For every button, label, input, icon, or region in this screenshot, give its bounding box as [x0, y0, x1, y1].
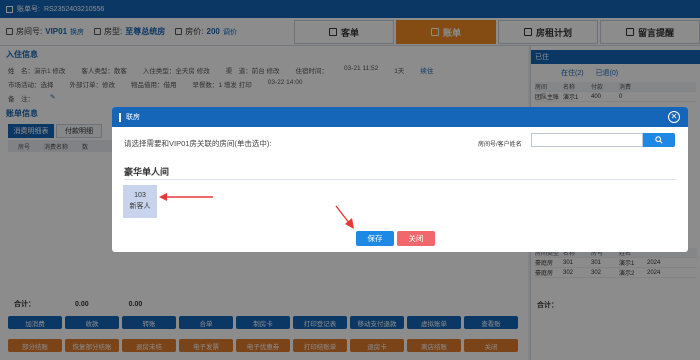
search-icon — [655, 136, 663, 144]
title-bar-marker — [119, 112, 121, 122]
close-button[interactable]: 关闭 — [397, 231, 435, 246]
section-divider — [124, 179, 676, 180]
dialog-title: 联房 — [126, 114, 140, 121]
room-card-number: 103 — [134, 192, 146, 199]
annotation-arrow-icon — [159, 193, 213, 201]
annotation-arrow-icon — [335, 205, 354, 229]
save-button[interactable]: 保存 — [356, 231, 394, 246]
close-icon[interactable]: ✕ — [668, 111, 680, 123]
search-button[interactable] — [643, 133, 675, 147]
room-card-guest: 新客人 — [129, 203, 151, 210]
room-card-103[interactable]: 103 新客人 — [123, 185, 157, 218]
search-input[interactable] — [531, 133, 643, 147]
room-type-section: 豪华单人间 — [124, 167, 170, 177]
link-room-dialog: 联房 ✕ 请选择需要和VIP01房关联的房间(单击选中): 房间号/客户姓名 豪… — [112, 107, 688, 252]
dialog-prompt: 请选择需要和VIP01房关联的房间(单击选中): — [124, 139, 272, 148]
search-label: 房间号/客户姓名 — [478, 142, 522, 148]
dialog-header: 联房 — [112, 107, 688, 127]
